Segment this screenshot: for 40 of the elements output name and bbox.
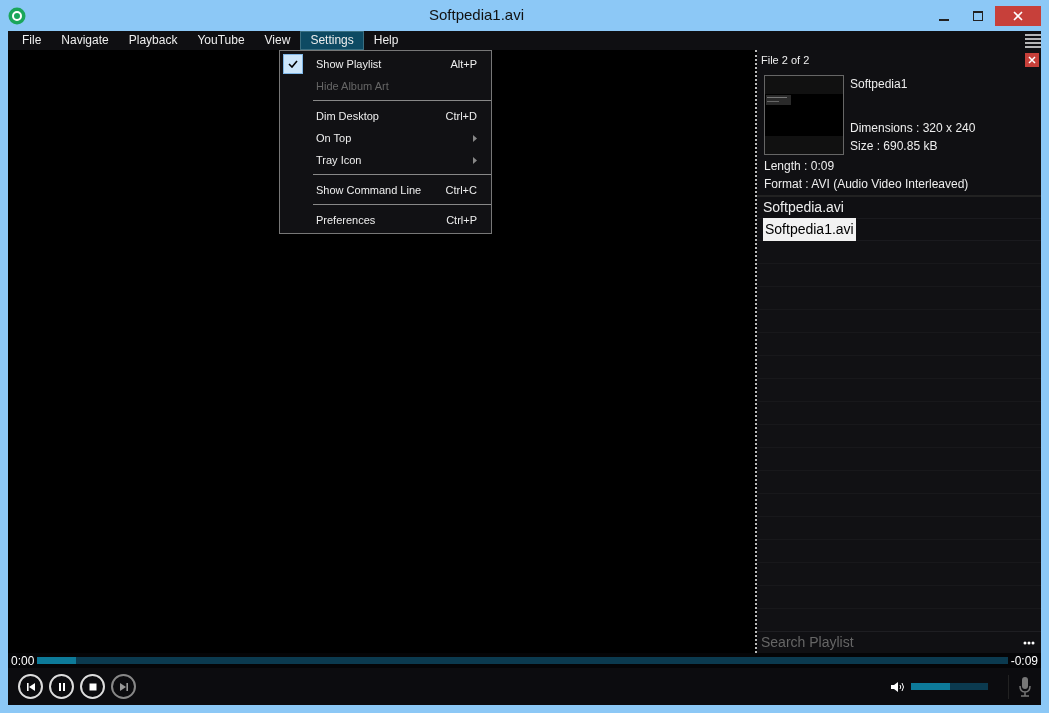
close-button[interactable] bbox=[1025, 53, 1039, 68]
search-field[interactable]: Search Playlist bbox=[757, 630, 987, 655]
minimize-icon bbox=[939, 18, 949, 21]
window-title: Softpedia1.avi bbox=[427, 5, 526, 26]
menu-item[interactable]: File bbox=[12, 31, 52, 50]
menu-item[interactable]: Playback bbox=[118, 31, 188, 50]
previous-button[interactable] bbox=[18, 674, 43, 699]
menu-item[interactable]: YouTube bbox=[187, 31, 255, 50]
elapsed-time: 0:00 bbox=[11, 652, 35, 670]
stop-button[interactable] bbox=[80, 674, 105, 699]
menu-item[interactable]: Settings bbox=[300, 31, 364, 50]
file-counter: File 2 of 2 bbox=[761, 53, 810, 68]
menu-item[interactable]: Tray Icon bbox=[280, 149, 491, 171]
menu-icon[interactable] bbox=[1025, 34, 1041, 49]
menu-item[interactable]: View bbox=[254, 31, 301, 50]
menu-item[interactable]: Preferences Ctrl+P bbox=[280, 209, 491, 231]
menu-item[interactable]: Help bbox=[363, 31, 409, 50]
pause-button[interactable] bbox=[49, 674, 74, 699]
menu-item[interactable]: Show Command Line Ctrl+C bbox=[280, 179, 491, 201]
more-icon[interactable] bbox=[1023, 641, 1035, 646]
close-icon bbox=[1028, 56, 1036, 65]
playlist-item[interactable]: Softpedia1.avi bbox=[763, 217, 856, 241]
video-title: Softpedia1 bbox=[850, 75, 909, 93]
format-text: Format : AVI (Audio Video Interleaved) bbox=[764, 175, 970, 193]
seek-bar[interactable] bbox=[37, 657, 1008, 664]
menu-item[interactable]: Dim Desktop Ctrl+D bbox=[280, 105, 491, 127]
menu-item[interactable]: Show Playlist Alt+P bbox=[280, 53, 491, 75]
remaining-time: -0:09 bbox=[1010, 652, 1038, 670]
volume-slider[interactable] bbox=[911, 683, 988, 690]
app-icon bbox=[8, 6, 26, 25]
menu-item[interactable]: On Top bbox=[280, 127, 491, 149]
volume-icon[interactable] bbox=[891, 681, 905, 694]
close-icon bbox=[1013, 10, 1023, 21]
maximize-icon bbox=[973, 10, 983, 21]
microphone-icon[interactable] bbox=[1019, 677, 1031, 698]
playlist-item[interactable]: Softpedia.avi bbox=[763, 196, 844, 218]
length-text: Length : 0:09 bbox=[764, 157, 836, 175]
dimensions-text: Dimensions : 320 x 240 bbox=[850, 119, 976, 137]
menu-item[interactable]: Navigate bbox=[51, 31, 119, 50]
size-text: Size : 690.85 kB bbox=[850, 137, 939, 155]
